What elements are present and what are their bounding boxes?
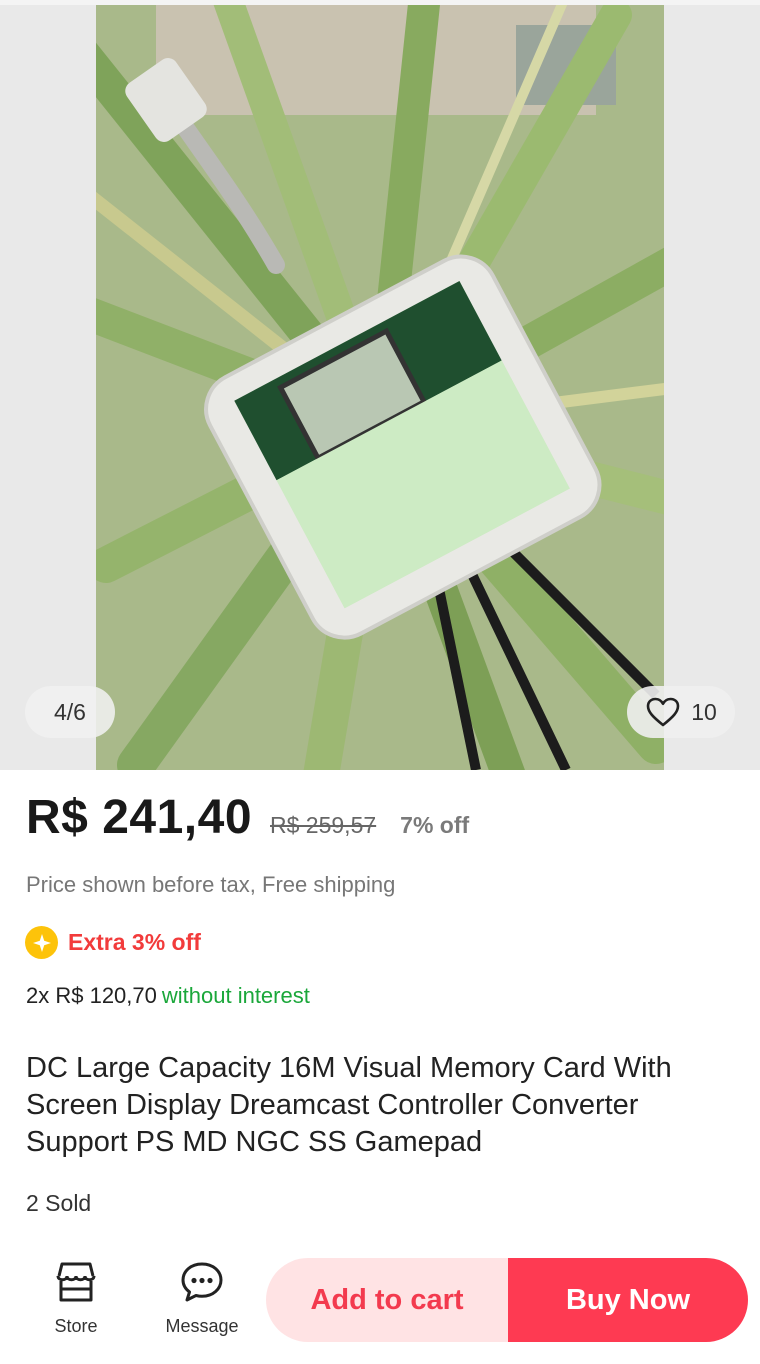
message-label: Message — [165, 1316, 239, 1336]
favorite-count: 10 — [691, 698, 717, 725]
installment-note: without interest — [161, 983, 310, 1008]
installment-amount: 2x R$ 120,70 — [26, 983, 157, 1008]
favorite-button[interactable]: 10 — [627, 686, 735, 738]
buy-now-button[interactable]: Buy Now — [508, 1258, 748, 1342]
product-gallery[interactable]: 4/6 10 — [0, 0, 760, 770]
sold-count: 2 Sold — [26, 1190, 92, 1216]
message-button[interactable]: Message — [152, 1260, 252, 1337]
add-to-cart-button[interactable]: Add to cart — [266, 1258, 508, 1342]
chat-bubble-icon — [181, 1262, 223, 1302]
store-button[interactable]: Store — [26, 1260, 126, 1337]
image-counter: 4/6 — [25, 686, 115, 738]
extra-discount-label: Extra 3% off — [68, 929, 201, 955]
original-price: R$ 259,57 — [270, 812, 377, 838]
store-icon — [56, 1262, 96, 1302]
discount-badge: 7% off — [400, 812, 470, 838]
extra-discount[interactable]: Extra 3% off — [25, 926, 201, 959]
price-row: R$ 241,40 R$ 259,57 7% off — [26, 790, 469, 850]
product-title: DC Large Capacity 16M Visual Memory Card… — [26, 1052, 672, 1158]
installments: 2x R$ 120,70 without interest — [26, 983, 310, 1009]
tax-shipping-note: Price shown before tax, Free shipping — [26, 872, 396, 897]
current-price: R$ 241,40 — [26, 791, 253, 844]
bottom-action-bar: Store Message Add to cart Buy Now — [0, 1244, 760, 1364]
product-image[interactable] — [96, 5, 664, 770]
heart-icon — [646, 697, 680, 727]
coin-icon — [25, 926, 58, 959]
store-label: Store — [54, 1316, 98, 1336]
